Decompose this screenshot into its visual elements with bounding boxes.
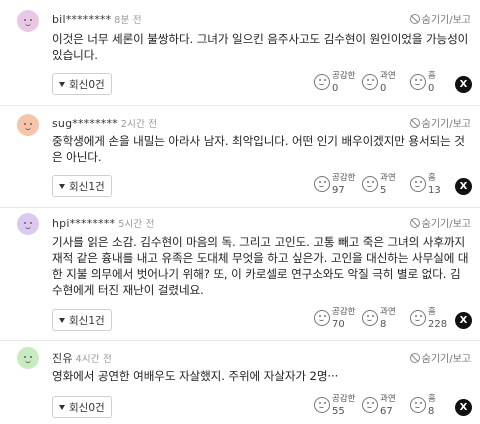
- hide-report-button[interactable]: 숨기기/보고: [409, 11, 471, 26]
- hide-icon: [409, 117, 420, 128]
- comment-text: 이것은 너무 세론이 불쌍하다. 그녀가 일으킨 음주사고도 김수현이 원인이었…: [52, 32, 469, 62]
- x-share-icon[interactable]: X: [455, 312, 472, 329]
- avatar[interactable]: [17, 10, 39, 32]
- reaction-empathy-button[interactable]: 공감한 70: [312, 305, 360, 337]
- hide-report-button[interactable]: 숨기기/보고: [409, 215, 471, 230]
- smile-icon: [314, 310, 330, 326]
- reaction-bar: 공감한 97 과연 5 흠 13: [312, 171, 456, 203]
- hide-report-button[interactable]: 숨기기/보고: [409, 350, 471, 365]
- avatar[interactable]: [17, 347, 39, 369]
- chevron-down-icon: [59, 317, 65, 323]
- smile-icon: [362, 74, 378, 90]
- author-name[interactable]: bil********: [52, 13, 111, 26]
- reply-toggle-button[interactable]: 회신0건: [52, 73, 112, 95]
- divider: [0, 207, 480, 208]
- hide-report-button[interactable]: 숨기기/보고: [409, 115, 471, 130]
- reaction-hmm-button[interactable]: 흠0: [408, 69, 456, 101]
- hide-icon: [409, 217, 420, 228]
- avatar[interactable]: [17, 114, 39, 136]
- reply-toggle-button[interactable]: 회신1건: [52, 175, 112, 197]
- chevron-down-icon: [59, 183, 65, 189]
- x-share-icon[interactable]: X: [455, 399, 472, 416]
- divider: [0, 340, 480, 341]
- author-name[interactable]: sug********: [52, 117, 118, 130]
- reaction-bar: 공감한 55 과연 67 흠8: [312, 392, 456, 424]
- smile-icon: [314, 74, 330, 90]
- comment-author[interactable]: sug******** 2시간 전: [52, 116, 157, 130]
- comment-time: 8분 전: [114, 15, 142, 26]
- hide-icon: [409, 13, 420, 24]
- comment-text: 기사를 읽은 소감. 김수현이 마음의 독. 그리고 고인도. 고통 빼고 죽은…: [52, 235, 469, 297]
- reaction-hmm-button[interactable]: 흠8: [408, 392, 456, 424]
- comment-author[interactable]: hpi******** 5시간 전: [52, 216, 155, 230]
- smile-icon: [314, 176, 330, 192]
- author-name[interactable]: hpi********: [52, 217, 115, 230]
- chevron-down-icon: [59, 81, 65, 87]
- smile-icon: [410, 397, 426, 413]
- smile-icon: [410, 74, 426, 90]
- author-name[interactable]: 진유: [52, 352, 73, 365]
- reply-toggle-button[interactable]: 회신1건: [52, 309, 112, 331]
- reaction-empathy-button[interactable]: 공감한 55: [312, 392, 360, 424]
- chevron-down-icon: [59, 404, 65, 410]
- reaction-indeed-button[interactable]: 과연 0: [360, 69, 408, 101]
- reaction-indeed-button[interactable]: 과연 67: [360, 392, 408, 424]
- comment-time: 2시간 전: [120, 119, 158, 130]
- divider: [0, 105, 480, 106]
- comment-time: 4시간 전: [75, 354, 112, 365]
- avatar[interactable]: [17, 213, 39, 235]
- reaction-empathy-button[interactable]: 공감한 97: [312, 171, 360, 203]
- reply-toggle-button[interactable]: 회신0건: [52, 396, 112, 418]
- reaction-bar: 공감한 0 과연 0 흠0: [312, 69, 456, 101]
- comment-author[interactable]: bil******** 8분 전: [52, 12, 142, 26]
- comment-time: 5시간 전: [118, 219, 155, 230]
- comment-text: 영화에서 공연한 여배우도 자살했지. 주위에 자살자가 2명···: [52, 369, 339, 383]
- x-share-icon[interactable]: X: [455, 76, 472, 93]
- comment-author[interactable]: 진유 4시간 전: [52, 350, 112, 366]
- smile-icon: [362, 176, 378, 192]
- smile-icon: [362, 397, 378, 413]
- reaction-indeed-button[interactable]: 과연 5: [360, 171, 408, 203]
- x-share-icon[interactable]: X: [455, 178, 472, 195]
- smile-icon: [410, 310, 426, 326]
- reaction-empathy-button[interactable]: 공감한 0: [312, 69, 360, 101]
- hide-icon: [409, 352, 420, 363]
- smile-icon: [410, 176, 426, 192]
- comment-text: 중학생에게 손을 내밀는 아라사 남자. 최악입니다. 어떤 인기 배우이겠지만…: [52, 134, 465, 164]
- reaction-hmm-button[interactable]: 흠 13: [408, 171, 456, 203]
- smile-icon: [314, 397, 330, 413]
- reaction-bar: 공감한 70 과연 8 흠 228: [312, 305, 456, 337]
- reaction-hmm-button[interactable]: 흠 228: [408, 305, 456, 337]
- smile-icon: [362, 310, 378, 326]
- reaction-indeed-button[interactable]: 과연 8: [360, 305, 408, 337]
